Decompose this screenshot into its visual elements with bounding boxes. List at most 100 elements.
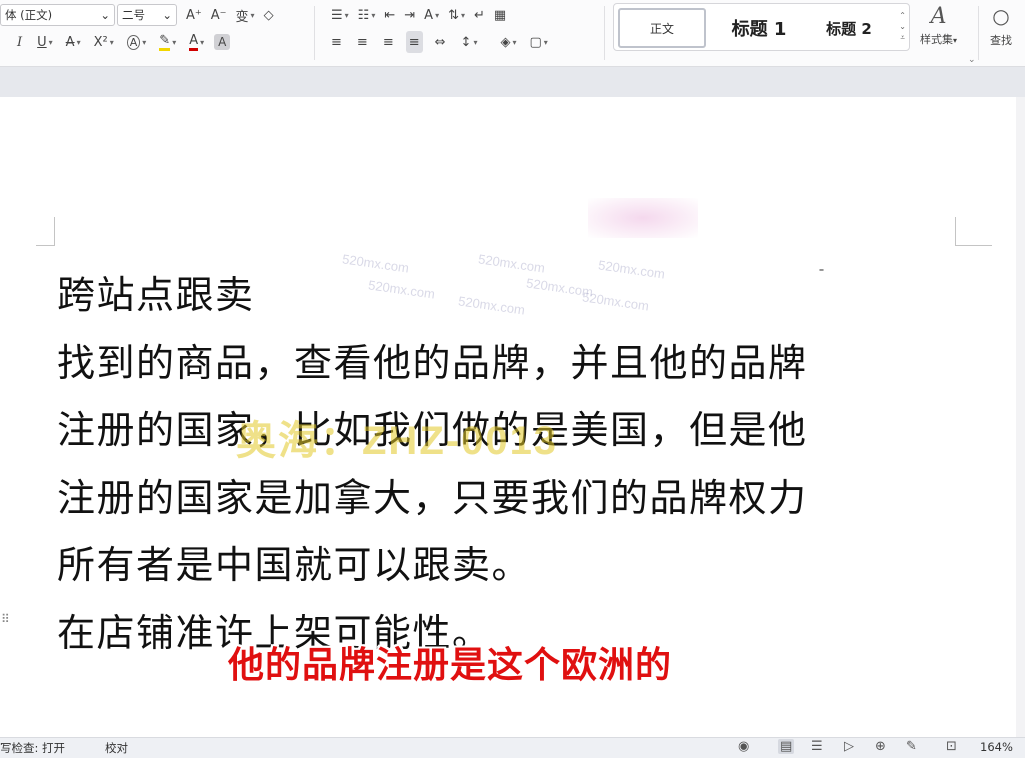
document-paragraph-line: 所有者是中国就可以跟卖。 <box>57 543 532 587</box>
numbering-button[interactable]: ☷ ▾ <box>355 4 379 26</box>
table-button[interactable]: ▦ <box>491 4 509 26</box>
eye-icon[interactable]: ◉ <box>738 739 749 754</box>
sort-icon: ⇅ <box>448 7 459 23</box>
style-normal[interactable]: 正文 <box>618 8 706 48</box>
highlight-button[interactable]: ✎ ▾ <box>156 31 179 53</box>
border-icon: ▢ <box>529 34 542 50</box>
font-size-select[interactable]: 二号 ⌄ <box>117 4 177 26</box>
styles-scroll-control[interactable]: ⌃ ⌄ ⩡ <box>899 10 906 43</box>
search-icon: ○ <box>992 4 1010 28</box>
sort-button[interactable]: ⇅ ▾ <box>445 4 468 26</box>
margin-corner-top-left <box>36 217 55 246</box>
find-button[interactable]: ○ 查找 <box>990 4 1012 48</box>
char-shading-button[interactable]: A <box>214 34 231 50</box>
italic-button[interactable]: I <box>14 31 25 53</box>
chevron-up-icon[interactable]: ⌃ <box>899 10 906 21</box>
ribbon-options-icon[interactable]: ⌄ <box>968 55 976 65</box>
video-subtitle: 他的品牌注册是这个欧洲的 <box>228 645 673 686</box>
align-left-icon: ≡ <box>331 34 342 50</box>
expand-gallery-icon[interactable]: ⩡ <box>899 32 906 43</box>
clear-format-button[interactable]: ◇ <box>261 4 277 26</box>
align-right-button[interactable]: ≡ <box>380 31 397 53</box>
outline-view-icon[interactable]: ☰ <box>811 739 823 754</box>
document-paragraph-line: 找到的商品，查看他的品牌，并且他的品牌 <box>57 340 808 385</box>
chevron-down-icon: ⌄ <box>162 8 172 22</box>
char-scale-button[interactable]: A ▾ <box>421 4 442 26</box>
shading-button[interactable]: ◈ ▾ <box>497 31 519 53</box>
page-view-icon[interactable]: ▤ <box>778 739 795 754</box>
proofread-button[interactable]: 校对 <box>105 740 128 756</box>
underline-button[interactable]: U ▾ <box>34 31 56 53</box>
paint-bucket-icon: ◈ <box>500 34 511 50</box>
borders-button[interactable]: ▢ ▾ <box>526 31 550 53</box>
blur-patch <box>588 198 698 238</box>
underline-icon: U <box>37 34 47 50</box>
line-spacing-button[interactable]: ↕ ▾ <box>458 31 481 53</box>
vertical-scrollbar[interactable] <box>1016 97 1025 737</box>
pen-icon[interactable]: ✎ <box>906 739 917 754</box>
strikethrough-icon: A <box>65 34 75 50</box>
font-size-value: 二号 <box>122 8 145 22</box>
group-divider <box>978 6 979 60</box>
superscript-icon: X² <box>93 34 108 50</box>
align-center-icon: ≡ <box>356 34 368 50</box>
style-set-icon: A <box>930 4 947 29</box>
strikethrough-button[interactable]: A ▾ <box>63 31 84 53</box>
paragraph-mark-icon: ↵ <box>474 7 485 23</box>
table-icon: ▦ <box>493 7 507 23</box>
margin-corner-top-right <box>955 217 992 246</box>
zoom-level[interactable]: 164% <box>980 740 1013 754</box>
cursor-mark: ˉ <box>818 268 825 284</box>
text-effect-icon: A <box>126 34 141 50</box>
spell-check-status[interactable]: 写检查: 打开 <box>0 740 65 756</box>
font-name-value: 体 (正文) <box>5 8 53 22</box>
char-scale-icon: A <box>424 7 434 23</box>
style-heading-2[interactable]: 标题 2 <box>810 8 888 48</box>
phonetic-guide-button[interactable]: 变 ▾ <box>233 4 258 26</box>
outdent-button[interactable]: ⇤ <box>381 4 398 26</box>
drag-handle-icon[interactable]: ⠿ <box>1 612 10 626</box>
shrink-font-button[interactable]: A⁻ <box>208 4 230 26</box>
highlighter-icon: ✎ <box>159 33 171 51</box>
chevron-down-icon: ⌄ <box>100 8 110 22</box>
chevron-down-icon[interactable]: ⌄ <box>899 21 906 32</box>
find-label: 查找 <box>990 34 1012 47</box>
align-right-icon: ≡ <box>382 34 394 50</box>
status-bar: 写检查: 打开 校对 ◉ ▤ ☰ ▷ ⊕ ✎ ⊡ 164% <box>0 737 1025 758</box>
web-view-icon[interactable]: ⊕ <box>875 739 886 754</box>
group-divider <box>314 6 315 60</box>
distributed-button[interactable]: ⇔ <box>432 31 449 53</box>
bullets-button[interactable]: ☰ ▾ <box>328 4 352 26</box>
align-left-button[interactable]: ≡ <box>328 31 345 53</box>
font-color-icon: A <box>189 33 199 51</box>
align-center-button[interactable]: ≡ <box>354 31 371 53</box>
fit-page-icon[interactable]: ⊡ <box>946 739 957 754</box>
superscript-button[interactable]: X² ▾ <box>91 31 117 53</box>
indent-button[interactable]: ⇥ <box>401 4 418 26</box>
phonetic-icon: 变 <box>235 9 249 25</box>
ruler-area <box>0 67 1025 97</box>
show-marks-button[interactable]: ↵ <box>471 4 488 26</box>
distributed-align-icon: ⇔ <box>434 34 446 50</box>
eraser-icon: ◇ <box>263 7 274 23</box>
style-set-label: 样式集 <box>920 33 953 46</box>
font-name-select[interactable]: 体 (正文) ⌄ <box>0 4 115 26</box>
style-heading-1[interactable]: 标题 1 <box>714 8 804 48</box>
text-effect-button[interactable]: A ▾ <box>124 31 150 53</box>
style-set-button[interactable]: A 样式集▾ <box>920 4 957 47</box>
video-watermark-id: 奥海：ZHZ-0013 <box>236 419 559 463</box>
font-color-button[interactable]: A ▾ <box>186 31 207 53</box>
group-divider <box>604 6 605 60</box>
line-spacing-icon: ↕ <box>460 34 472 50</box>
play-icon[interactable]: ▷ <box>844 739 854 754</box>
justify-button[interactable]: ≡ <box>405 31 423 53</box>
justify-icon: ≡ <box>408 34 420 50</box>
outdent-icon: ⇤ <box>384 7 396 23</box>
indent-icon: ⇥ <box>404 7 416 23</box>
ribbon-toolbar: 体 (正文) ⌄ 二号 ⌄ A⁺ A⁻ 变 ▾ ◇ I U ▾ A ▾ X² ▾ A ▾ … <box>0 0 1025 67</box>
grow-font-button[interactable]: A⁺ <box>183 4 205 26</box>
styles-gallery: 正文 标题 1 标题 2 ⌃ ⌄ ⩡ <box>613 3 910 51</box>
numbered-list-icon: ☷ <box>357 7 370 23</box>
document-paragraph-line: 注册的国家是加拿大，只要我们的品牌权力 <box>57 475 808 520</box>
bullet-list-icon: ☰ <box>331 7 343 23</box>
